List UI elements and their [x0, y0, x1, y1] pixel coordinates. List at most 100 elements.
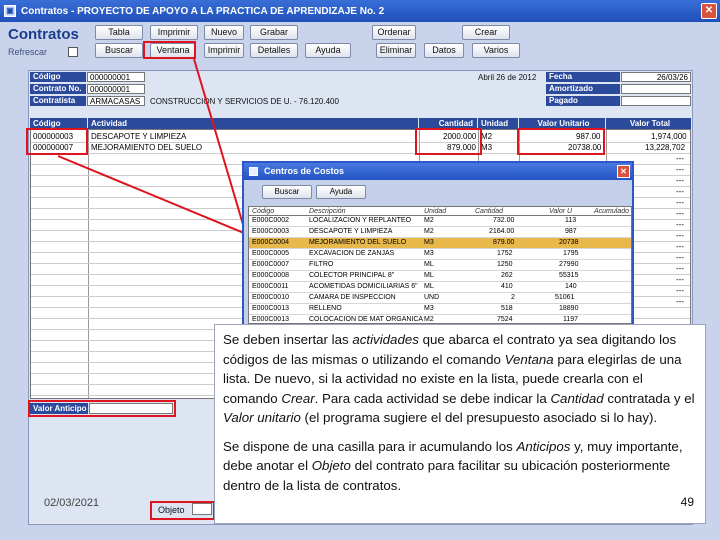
- row-valor-total: ---: [676, 242, 684, 251]
- amortizado-field: [621, 84, 691, 94]
- row-valor-total: ---: [676, 154, 684, 163]
- text-fragment: Se deben insertar las: [223, 332, 353, 347]
- row-actividad: DESCAPOTE Y LIMPIEZA: [91, 132, 187, 141]
- item-codigo: E000C0013: [252, 316, 289, 323]
- item-codigo: E000C0013: [252, 305, 289, 312]
- list-item-selected[interactable]: E000C0004 MEJORAMIENTO DEL SUELO M3 879.00 2…: [249, 238, 631, 249]
- detalles-button[interactable]: Detalles: [250, 43, 298, 58]
- list-item[interactable]: E000C0008 COLECTOR PRINCIPAL 8" ML 262 55315: [249, 271, 631, 282]
- dialog-header-descripcion: Descripción: [309, 208, 346, 215]
- ordenar-button[interactable]: Ordenar: [372, 25, 416, 40]
- contratista-description: CONSTRUCCION Y SERVICIOS DE U. - 76.120.…: [150, 97, 339, 106]
- app-icon: ▣: [4, 5, 16, 17]
- grid-header-actividad: Actividad: [88, 118, 418, 129]
- row-actividad: MEJORAMIENTO DEL SUELO: [91, 143, 203, 152]
- item-codigo: E000C0008: [252, 272, 289, 279]
- list-item[interactable]: E000C0011 ACOMETIDAS DOMICILIARIAS 6" ML 41…: [249, 282, 631, 293]
- item-valor: 140: [565, 283, 577, 290]
- ayuda-button[interactable]: Ayuda: [305, 43, 351, 58]
- fecha-field[interactable]: 26/03/26: [621, 72, 691, 82]
- crear-button[interactable]: Crear: [462, 25, 510, 40]
- imprimir-button[interactable]: Imprimir: [204, 43, 244, 58]
- item-valor: 18890: [559, 305, 579, 312]
- grabar-button[interactable]: Grabar: [250, 25, 298, 40]
- highlight-codigo: [26, 128, 88, 155]
- item-unidad: ML: [424, 261, 434, 268]
- page-number: 49: [680, 495, 694, 509]
- item-codigo: E000C0003: [252, 228, 289, 235]
- dialog-titlebar: Centros de Costos ✕: [244, 163, 632, 180]
- highlight-cantidad: [415, 128, 482, 155]
- contratista-label: Contratista: [30, 96, 86, 106]
- dialog-close-button[interactable]: ✕: [617, 165, 630, 178]
- grid-header-valor-total: Valor Total: [606, 118, 691, 129]
- dialog-grid-header: Código Descripción Unidad Cantidad Valor…: [248, 206, 632, 216]
- centros-costos-dialog: Centros de Costos ✕ Buscar Ayuda Código …: [242, 161, 634, 326]
- text-emphasis: Objeto: [311, 458, 351, 473]
- row-valor-total: ---: [676, 209, 684, 218]
- item-unidad: M2: [424, 316, 434, 323]
- contrato-label: Contrato No.: [30, 84, 86, 94]
- list-item[interactable]: E000C0013 RELLENO M3 518 18890: [249, 304, 631, 315]
- text-emphasis: Crear: [281, 390, 315, 406]
- dialog-header-cantidad: Cantidad: [475, 208, 504, 215]
- item-unidad: ML: [424, 283, 434, 290]
- item-cantidad: 1250: [497, 261, 513, 268]
- dialog-ayuda-button[interactable]: Ayuda: [316, 185, 366, 199]
- callout-paragraph-2: Se dispone de una casilla para ir acumul…: [223, 437, 697, 496]
- list-item[interactable]: E000C0002 LOCALIZACION Y REPLANTEO M2 732.0…: [249, 216, 631, 227]
- row-valor-total: ---: [676, 176, 684, 185]
- item-valor: 987: [565, 228, 577, 235]
- row-valor-total: 1,974,000: [651, 132, 687, 141]
- item-valor: 113: [565, 217, 577, 224]
- item-descripcion: RELLENO: [309, 305, 342, 312]
- refresh-label: Refrescar: [8, 47, 48, 57]
- contrato-field[interactable]: 000000001: [87, 84, 145, 94]
- item-valor: 51061: [555, 294, 575, 301]
- text-emphasis: Valor unitario: [223, 410, 301, 425]
- text-emphasis: Ventana: [504, 351, 554, 367]
- item-descripcion: LOCALIZACION Y REPLANTEO: [309, 217, 412, 224]
- text-emphasis: Cantidad: [550, 390, 604, 406]
- item-cantidad: 1752: [497, 250, 513, 257]
- nuevo-button[interactable]: Nuevo: [204, 25, 244, 40]
- buscar-button[interactable]: Buscar: [95, 43, 143, 58]
- text-fragment: . Para cada actividad se debe indicar la: [314, 390, 551, 406]
- list-item[interactable]: E000C0003 DESCAPOTE Y LIMPIEZA M2 2164.00 98…: [249, 227, 631, 238]
- window-close-button[interactable]: ✕: [701, 3, 717, 19]
- window-title: Contratos - PROYECTO DE APOYO A LA PRACT…: [21, 5, 385, 17]
- row-valor-total: ---: [676, 264, 684, 273]
- eliminar-button[interactable]: Eliminar: [376, 43, 416, 58]
- dialog-header-codigo: Código: [252, 208, 275, 215]
- app-brand: Contratos: [8, 26, 79, 43]
- list-item[interactable]: E000C0007 FILTRO ML 1250 27990: [249, 260, 631, 271]
- list-item[interactable]: E000C0005 EXCAVACION DE ZANJAS M3 1752 1795: [249, 249, 631, 260]
- contratista-field[interactable]: ARMACASAS: [87, 96, 145, 106]
- tabla-button[interactable]: Tabla: [95, 25, 143, 40]
- amortizado-label: Amortizado: [546, 84, 620, 94]
- datos-button[interactable]: Datos: [424, 43, 464, 58]
- pagado-label: Pagado: [546, 96, 620, 106]
- refresh-checkbox[interactable]: [68, 47, 78, 57]
- row-valor-total: ---: [676, 187, 684, 196]
- varios-button[interactable]: Varios: [472, 43, 520, 58]
- item-codigo: E000C0004: [252, 239, 289, 246]
- item-cantidad: 7524: [497, 316, 513, 323]
- dialog-app-icon: [249, 167, 258, 176]
- row-valor-total: ---: [676, 286, 684, 295]
- dialog-buscar-button[interactable]: Buscar: [262, 185, 312, 199]
- item-descripcion: ACOMETIDAS DOMICILIARIAS 6": [309, 283, 418, 290]
- dialog-header-valor: Valor U: [549, 208, 573, 215]
- text-emphasis: Anticipos: [516, 438, 571, 454]
- callout-paragraph-1: Se deben insertar las actividades que ab…: [223, 330, 697, 428]
- item-codigo: E000C0011: [252, 283, 289, 290]
- imprimir-top-button[interactable]: Imprimir: [150, 25, 198, 40]
- list-item[interactable]: E000C0013 COLOCACION DE MAT ORGANICA M2 752…: [249, 315, 631, 323]
- list-item[interactable]: E000C0010 CAMARA DE INSPECCION UND 2 51061: [249, 293, 631, 304]
- text-fragment: contratada y el: [603, 390, 695, 406]
- dialog-title: Centros de Costos: [264, 166, 345, 176]
- text-fragment: Se dispone de una casilla para ir acumul…: [223, 438, 517, 454]
- dialog-header-acumulado: Acumulado: [594, 208, 630, 215]
- row-valor-total: ---: [676, 198, 684, 207]
- codigo-field[interactable]: 000000001: [87, 72, 145, 82]
